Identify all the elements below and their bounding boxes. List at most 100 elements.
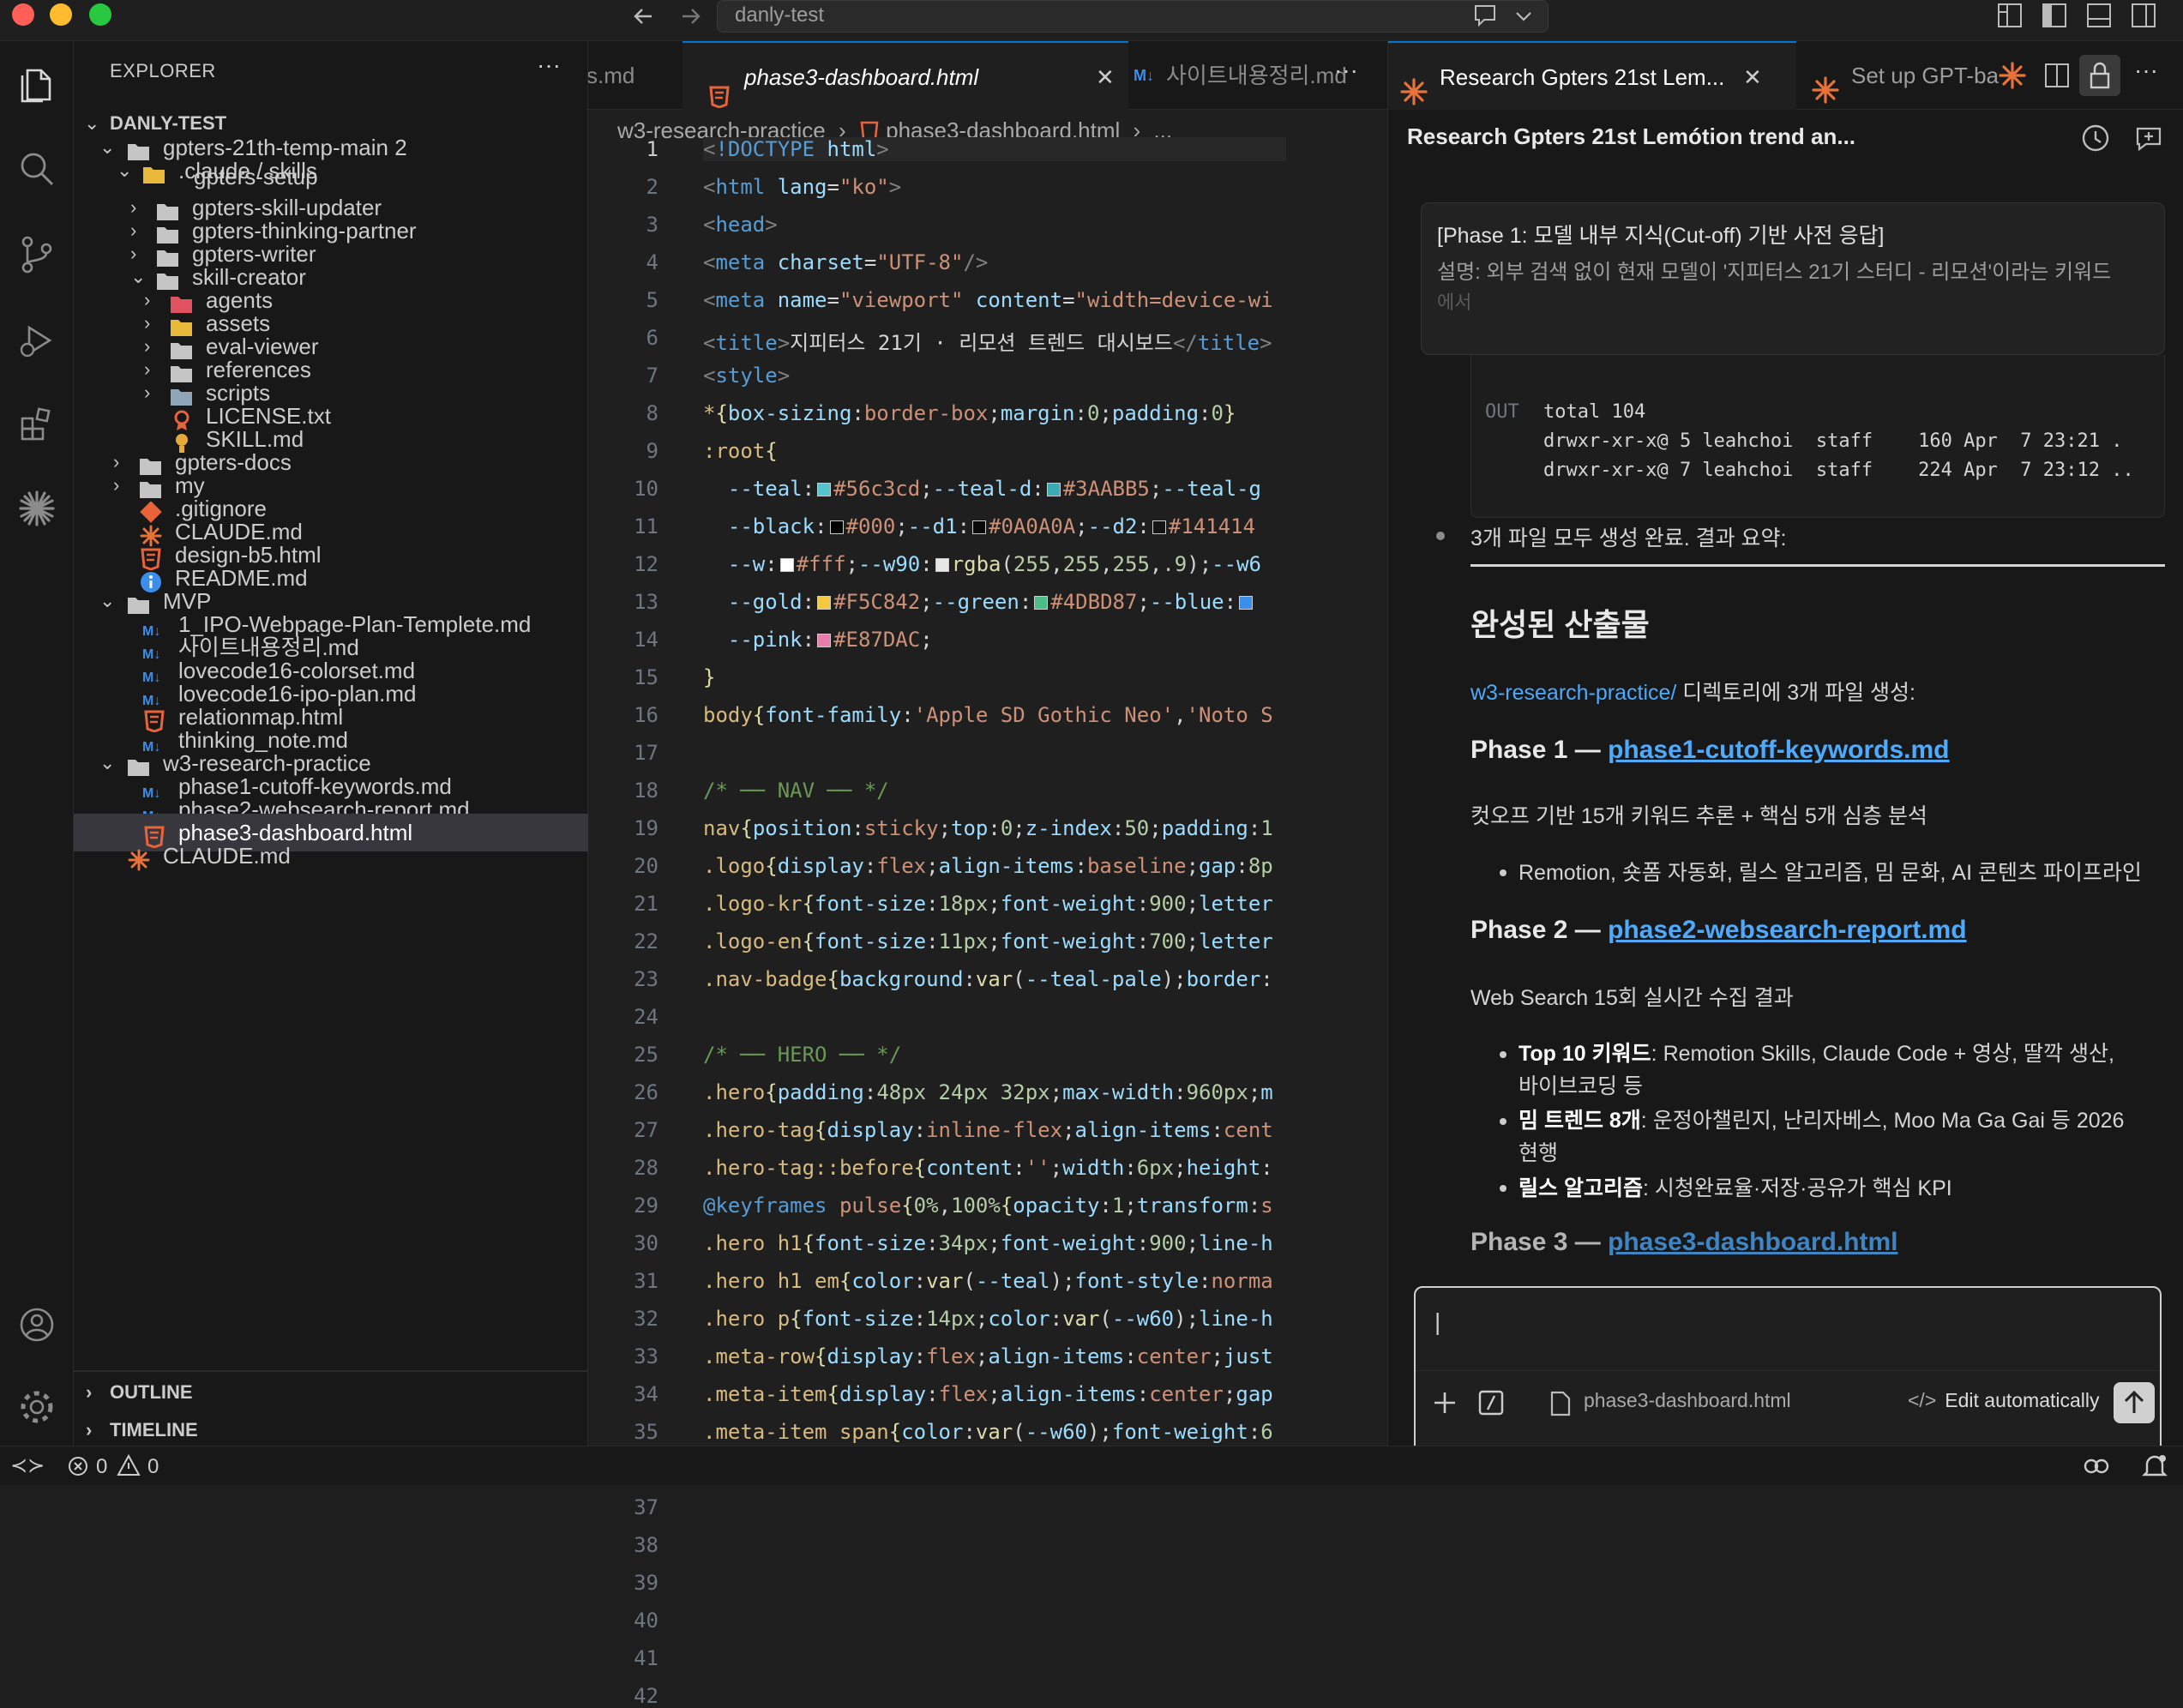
history-icon[interactable] <box>2081 123 2110 153</box>
dir-line: w3-research-practice/ 디렉토리에 3개 파일 생성: <box>1470 676 1915 707</box>
phase1-link[interactable]: phase1-cutoff-keywords.md <box>1608 736 1949 764</box>
error-count[interactable]: 0 <box>96 1455 107 1479</box>
line-number: 17 <box>634 741 659 765</box>
explorer-sidebar: EXPLORER ··· ⌄ DANLY-TEST ⌄ gpters-21th-t… <box>74 41 588 1446</box>
extensions-icon[interactable] <box>12 400 62 449</box>
code-area[interactable]: 1 2 3 4 5 6 7 8 9 10 11 12 13 14 15 16 17 18 19 20 21 22 23 24 2… <box>588 137 1387 1708</box>
file-icon <box>1550 1391 1571 1416</box>
line-number: 26 <box>634 1080 659 1104</box>
code-line: .hero-tag{display:inline-flex;align-item… <box>703 1118 1273 1142</box>
copilot-icon[interactable] <box>2082 1452 2111 1481</box>
file-claude-md-root[interactable]: CLAUDE.md <box>74 837 588 875</box>
command-center[interactable]: danly-test <box>717 0 1549 33</box>
lock-button[interactable] <box>2079 55 2120 96</box>
settings-gear-icon[interactable] <box>12 1382 62 1432</box>
line-number: 28 <box>634 1156 659 1180</box>
chat-title: Research Gpters 21st Lemótion trend an..… <box>1407 123 1856 149</box>
toggle-secondary-sidebar-icon[interactable] <box>2130 2 2157 29</box>
activity-bar <box>0 41 74 1446</box>
dir-link[interactable]: w3-research-practice/ <box>1470 681 1676 705</box>
close-icon[interactable]: ✕ <box>1743 43 1762 111</box>
line-number: 21 <box>634 892 659 916</box>
chat-tab-gpt[interactable]: Set up GPT-ba <box>1796 41 2028 110</box>
new-chat-icon[interactable] <box>2134 123 2163 153</box>
phase2-bullet-1: Top 10 키워드: Remotion Skills, Claude Code… <box>1518 1037 2114 1103</box>
add-attachment-icon[interactable] <box>1431 1389 1458 1416</box>
copilot-chat-icon[interactable] <box>1472 3 1500 28</box>
error-icon[interactable] <box>67 1455 89 1477</box>
divider <box>74 1370 588 1372</box>
close-window-button[interactable] <box>12 3 34 26</box>
claude-icon[interactable] <box>12 484 62 533</box>
notifications-bell-icon[interactable] <box>2140 1452 2169 1481</box>
line-number: 42 <box>634 1684 659 1708</box>
bullet-bold: Top 10 키워드 <box>1518 1042 1651 1066</box>
code-line: :root{ <box>703 439 778 463</box>
send-button[interactable] <box>2114 1382 2155 1423</box>
slash-command-icon[interactable] <box>1477 1389 1505 1416</box>
warning-count[interactable]: 0 <box>147 1455 159 1479</box>
warning-icon[interactable] <box>117 1453 141 1477</box>
chat-input[interactable]: | <box>1428 1300 2148 1360</box>
code-line: --w: #fff;--w90: rgba(255,255,255,.9);--w6 <box>727 552 1261 576</box>
claude-icon[interactable] <box>1999 62 2026 93</box>
terminal-line: drwxr-xr-x@ 7 leahchoi staff 224 Apr 7 2… <box>1543 460 2134 481</box>
split-editor-icon[interactable] <box>2043 62 2071 89</box>
result-heading-text: 완성된 산출물 <box>1470 607 1650 642</box>
bullet-icon <box>1500 869 1506 876</box>
back-arrow-icon[interactable] <box>631 3 657 29</box>
code-line: --gold: #F5C842;--green: #4DBD87;--blue: <box>703 590 1286 614</box>
more-actions-icon[interactable]: ··· <box>1334 57 1358 84</box>
editor-group: s.md phase3-dashboard.html ✕ M↓ 사이트내용정리.… <box>588 41 1955 1708</box>
tab-phase3-dashboard[interactable]: phase3-dashboard.html ✕ <box>683 41 1128 110</box>
timeline-section[interactable]: › TIMELINE <box>74 1411 588 1449</box>
line-number: 3 <box>646 213 659 237</box>
more-actions-icon[interactable]: ··· <box>2134 57 2158 84</box>
prompt-card-desc-fade: 에서 <box>1437 292 1472 313</box>
line-number: 10 <box>634 477 659 501</box>
tab-label: Set up GPT-ba <box>1851 63 1999 88</box>
run-debug-icon[interactable] <box>12 316 62 365</box>
phase2-bullet-3: 릴스 알고리즘: 시청완료율·저장·공유가 핵심 KPI <box>1518 1171 1952 1202</box>
line-number: 9 <box>646 439 659 463</box>
maximize-window-button[interactable] <box>89 3 111 26</box>
line-number: 11 <box>634 514 659 538</box>
code-line: --teal: #56c3cd;--teal-d: #3AABB5;--teal-g <box>727 477 1261 501</box>
customize-layout-icon[interactable] <box>1996 2 2024 29</box>
code-line: .logo-kr{font-size:18px;font-weight:900;… <box>703 892 1273 916</box>
outline-section[interactable]: › OUTLINE <box>74 1374 588 1411</box>
prompt-card-desc: 설명: 외부 검색 없이 현재 모델이 '지피터스 21기 스터디 - 리모션'… <box>1437 261 2112 284</box>
account-icon[interactable] <box>12 1300 62 1350</box>
phase2-heading: Phase 2 — phase2-websearch-report.md <box>1470 916 1967 945</box>
phase3-link[interactable]: phase3-dashboard.html <box>1608 1228 1897 1256</box>
chat-tab-research[interactable]: Research Gpters 21st Lem... ✕ <box>1388 41 1796 110</box>
forward-arrow-icon[interactable] <box>677 3 703 29</box>
line-number: 2 <box>646 175 659 199</box>
tab-site-summary[interactable]: M↓ 사이트내용정리.md <box>1130 41 1347 110</box>
dir-text: 디렉토리에 3개 파일 생성: <box>1676 681 1915 705</box>
search-icon[interactable] <box>12 144 62 194</box>
code-line: --black: #000;--d1: #0A0A0A;--d2: #141414 <box>727 514 1256 538</box>
toggle-primary-sidebar-icon[interactable] <box>2041 2 2068 29</box>
close-icon[interactable]: ✕ <box>1096 43 1115 111</box>
phase2-link[interactable]: phase2-websearch-report.md <box>1608 916 1966 944</box>
minimize-window-button[interactable] <box>50 3 72 26</box>
edit-mode-toggle[interactable]: </> Edit automatically <box>1908 1389 2100 1412</box>
attached-file[interactable]: phase3-dashboard.html <box>1584 1389 1791 1412</box>
claude-icon <box>1400 63 1428 132</box>
claude-file-icon <box>127 845 151 871</box>
explorer-icon[interactable] <box>12 60 62 110</box>
tab-md-partial[interactable]: s.md <box>588 41 681 110</box>
chevron-down-icon[interactable] <box>1513 6 1534 27</box>
bullet-bold: 릴스 알고리즘 <box>1518 1176 1643 1200</box>
source-control-icon[interactable] <box>12 230 62 280</box>
line-number: 39 <box>634 1571 659 1595</box>
toggle-panel-icon[interactable] <box>2085 2 2113 29</box>
line-number: 5 <box>646 288 659 312</box>
line-number: 22 <box>634 929 659 953</box>
code-line: <title>지피터스 21기 · 리모션 트렌드 대시보드</title> <box>703 331 1272 355</box>
chevron-right-icon: › <box>86 1381 93 1403</box>
more-actions-icon[interactable]: ··· <box>537 51 561 79</box>
line-number: 16 <box>634 703 659 727</box>
remote-icon[interactable]: ≺≻ <box>10 1453 45 1478</box>
